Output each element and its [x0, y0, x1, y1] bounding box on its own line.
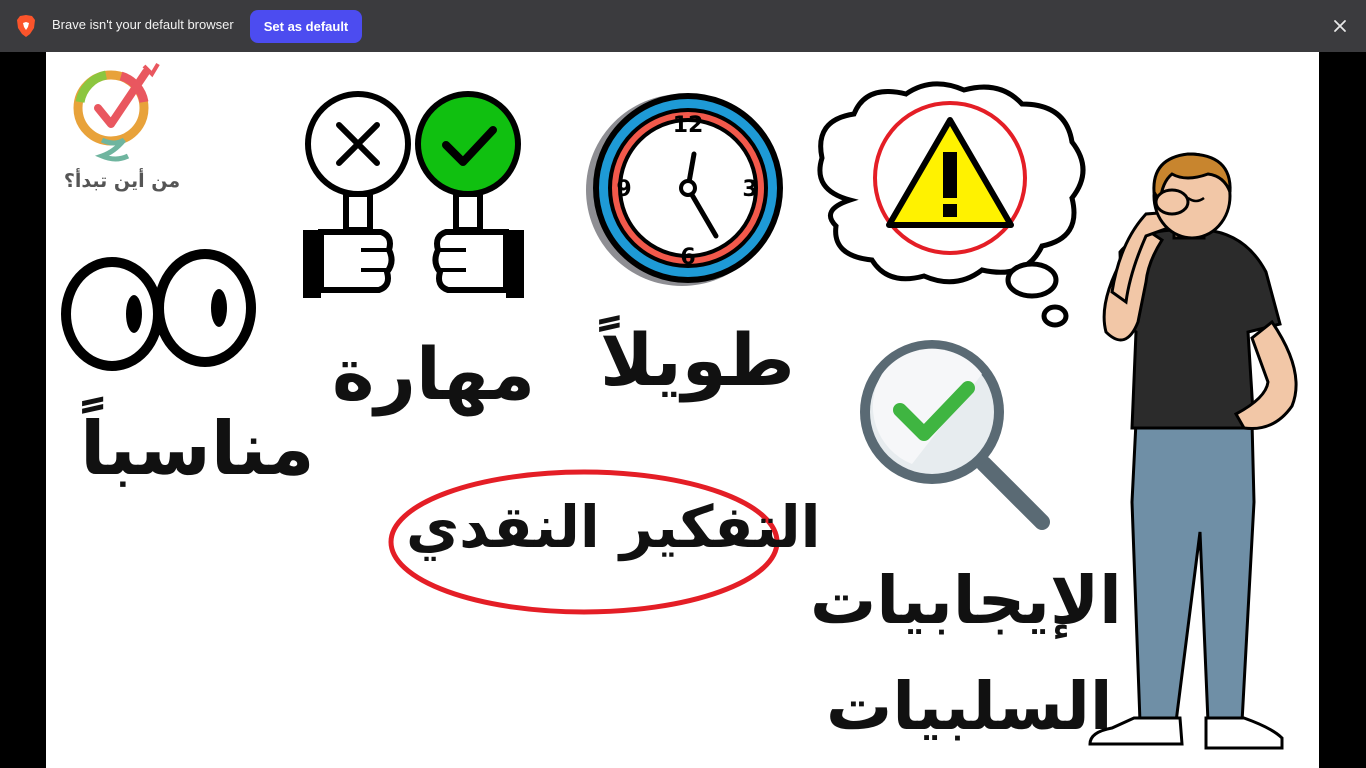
word-critical-thinking: التفكير النقدي [406, 493, 821, 561]
channel-logo-icon [73, 62, 160, 162]
judge-signs-icon [303, 91, 524, 298]
clock-number-6: 6 [680, 245, 695, 270]
eyes-icon [61, 249, 256, 371]
clock-number-12: 12 [673, 113, 704, 138]
word-long: طويلاً [600, 318, 795, 402]
magnifier-check-icon [860, 340, 1050, 530]
word-appropriate: مناسباً [80, 406, 315, 492]
brave-lion-icon [17, 15, 35, 37]
close-infobar-button[interactable] [1328, 14, 1352, 38]
word-negatives: السلبيات [826, 668, 1113, 745]
infobar-message: Brave isn't your default browser [52, 17, 234, 32]
clock-icon: 12 3 6 9 [586, 93, 783, 286]
video-slide[interactable]: من أين تبدأ؟ مناسباً مهارة 12 3 6 9 طويل… [46, 52, 1319, 768]
clock-number-9: 9 [616, 177, 631, 202]
thought-bubble-warning-icon [817, 81, 1086, 328]
clock-number-3: 3 [742, 177, 757, 202]
logo-caption: من أين تبدأ؟ [63, 170, 181, 192]
set-as-default-button[interactable]: Set as default [250, 10, 362, 43]
close-icon [1334, 20, 1346, 32]
default-browser-infobar: Brave isn't your default browser Set as … [0, 0, 1366, 52]
thinking-man-illustration [1088, 152, 1298, 750]
word-skill: مهارة [332, 332, 536, 416]
word-positives: الإيجابيات [810, 562, 1122, 639]
